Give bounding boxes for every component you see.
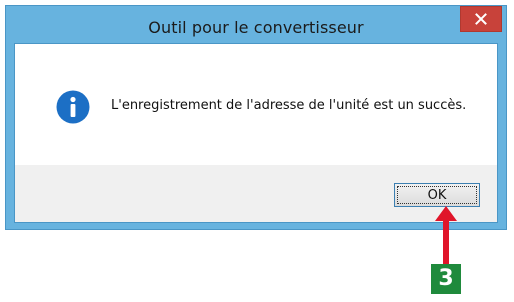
message-dialog: Outil pour le convertisseur L'enregistre…: [5, 5, 507, 230]
message-area: L'enregistrement de l'adresse de l'unité…: [15, 44, 497, 165]
screenshot-stage: Outil pour le convertisseur L'enregistre…: [0, 0, 514, 302]
dialog-client-area: L'enregistrement de l'adresse de l'unité…: [14, 43, 498, 223]
dialog-message: L'enregistrement de l'adresse de l'unité…: [111, 98, 467, 113]
step-number-badge: 3: [431, 264, 461, 294]
annotation-arrow-icon: [435, 206, 457, 266]
close-button[interactable]: [460, 6, 502, 32]
ok-button[interactable]: OK: [394, 183, 480, 207]
info-icon: [56, 90, 90, 124]
window-title: Outil pour le convertisseur: [148, 18, 364, 37]
close-icon: [475, 13, 487, 25]
